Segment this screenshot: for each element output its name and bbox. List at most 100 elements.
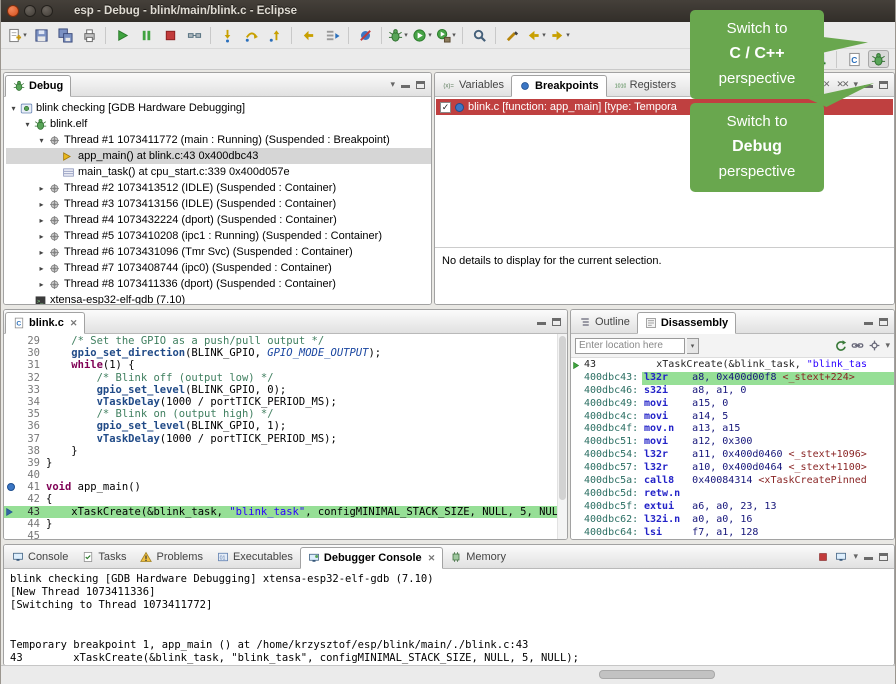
code-line[interactable]: 36 gpio_set_level(BLINK_GPIO, 1); (4, 420, 558, 432)
code-line[interactable]: 29 /* Set the GPIO as a push/pull output… (4, 335, 558, 347)
back-button[interactable]: ▾ (524, 24, 548, 46)
link-with-debug-icon[interactable] (851, 339, 864, 352)
tab-tasks[interactable]: Tasks (75, 546, 133, 568)
debug-tree-row[interactable]: main_task() at cpu_start.c:339 0x400d057… (6, 164, 431, 180)
tab-executables[interactable]: 01Executables (210, 546, 300, 568)
debug-perspective-button[interactable] (868, 50, 889, 68)
disassembly-row[interactable]: 400dbc62:l32i.n a0, a0, 16 (571, 514, 894, 527)
disassembly-row[interactable]: 400dbc46:s32i a8, a1, 0 (571, 385, 894, 398)
new-wizard-button[interactable]: ▾ (5, 24, 29, 46)
debug-tree-row[interactable]: ▾blink.elf (6, 116, 431, 132)
debug-tree-row[interactable]: ▸Thread #5 1073410208 (ipc1 : Running) (… (6, 228, 431, 244)
minimize-icon[interactable] (537, 318, 546, 326)
tab-memory[interactable]: Memory (443, 546, 513, 568)
debug-tree-row[interactable]: ▸Thread #2 1073413512 (IDLE) (Suspended … (6, 180, 431, 196)
tab-outline[interactable]: Outline (572, 311, 637, 333)
expand-toggle-icon[interactable]: ▸ (36, 248, 47, 257)
disassembly-row[interactable]: 400dbc64:lsi f7, a1, 128 (571, 527, 894, 539)
window-maximize-button[interactable] (41, 5, 53, 17)
code-line[interactable]: 30 gpio_set_direction(BLINK_GPIO, GPIO_M… (4, 347, 558, 359)
debug-tree-row[interactable]: ▾blink checking [GDB Hardware Debugging] (6, 100, 431, 116)
step-into-button[interactable] (215, 24, 239, 46)
code-line[interactable]: 35 /* Blink on (output high) */ (4, 408, 558, 420)
maximize-icon[interactable] (416, 81, 425, 89)
code-line[interactable]: 44} (4, 518, 558, 530)
location-input[interactable] (575, 338, 685, 354)
code-line[interactable]: 40 (4, 469, 558, 481)
terminate-console-icon[interactable] (817, 551, 829, 563)
expand-toggle-icon[interactable]: ▸ (36, 280, 47, 289)
debug-button[interactable]: ▾ (386, 24, 410, 46)
location-dropdown-icon[interactable]: ▾ (687, 338, 699, 354)
debug-tree-row[interactable]: ▾Thread #1 1073411772 (main : Running) (… (6, 132, 431, 148)
expand-toggle-icon[interactable]: ▾ (8, 104, 19, 113)
disassembly-row[interactable]: 400dbc4c:movi a14, 5 (571, 411, 894, 424)
maximize-icon[interactable] (879, 81, 888, 89)
view-menu-icon[interactable]: ▾ (390, 79, 395, 90)
code-editor[interactable]: 29 /* Set the GPIO as a push/pull output… (4, 334, 558, 539)
tab-breakpoints[interactable]: Breakpoints (511, 75, 607, 97)
disassembly-row[interactable]: 400dbc5f:extui a6, a0, 23, 13 (571, 501, 894, 514)
save-all-button[interactable] (53, 24, 77, 46)
disassembly-row[interactable]: 400dbc5a:call8 0x40084314 <xTaskCreatePi… (571, 475, 894, 488)
code-line[interactable]: 42{ (4, 493, 558, 505)
close-tab-icon[interactable]: ✕ (70, 318, 78, 329)
disassembly-row[interactable]: 400dbc5d:retw.n (571, 488, 894, 501)
close-tab-icon[interactable]: ✕ (428, 553, 436, 564)
tab-debugger-console[interactable]: Debugger Console✕ (300, 547, 443, 569)
horizontal-scrollbar[interactable] (599, 670, 715, 679)
window-minimize-button[interactable] (24, 5, 36, 17)
editor-scrollbar[interactable] (557, 334, 567, 539)
expand-toggle-icon[interactable]: ▾ (22, 120, 33, 129)
expand-toggle-icon[interactable]: ▸ (36, 184, 47, 193)
code-line[interactable]: 38 } (4, 445, 558, 457)
resume-button[interactable] (110, 24, 134, 46)
last-edit-location-button[interactable] (500, 24, 524, 46)
debug-tree-row[interactable]: ▸Thread #4 1073432224 (dport) (Suspended… (6, 212, 431, 228)
step-return-button[interactable] (263, 24, 287, 46)
code-line[interactable]: 31 while(1) { (4, 359, 558, 371)
expand-toggle-icon[interactable]: ▸ (36, 200, 47, 209)
code-line[interactable]: 43 xTaskCreate(&blink_task, "blink_task"… (4, 506, 558, 518)
tab-registers[interactable]: 1010Registers (607, 74, 683, 96)
search-button[interactable] (467, 24, 491, 46)
external-tools-button[interactable]: ▾ (434, 24, 458, 46)
debug-tree-row[interactable]: ▸Thread #8 1073411336 (dport) (Suspended… (6, 276, 431, 292)
window-close-button[interactable] (7, 5, 19, 17)
tab-console[interactable]: Console (5, 546, 75, 568)
disassembly-row[interactable]: 400dbc51:movi a12, 0x300 (571, 436, 894, 449)
minimize-icon[interactable] (401, 81, 410, 89)
maximize-icon[interactable] (879, 553, 888, 561)
debug-tree-row[interactable]: ▸Thread #6 1073431096 (Tmr Svc) (Suspend… (6, 244, 431, 260)
disassembly-listing[interactable]: 43 xTaskCreate(&blink_task, "blink_tas40… (571, 358, 894, 539)
code-line[interactable]: 32 /* Blink off (output low) */ (4, 372, 558, 384)
cpp-perspective-button[interactable]: C (844, 50, 865, 68)
tab-disassembly[interactable]: Disassembly (637, 312, 736, 334)
code-line[interactable]: 34 vTaskDelay(1000 / portTICK_PERIOD_MS)… (4, 396, 558, 408)
view-menu-icon[interactable]: ▾ (885, 340, 890, 351)
tab-debug[interactable]: Debug (5, 75, 71, 97)
expand-toggle-icon[interactable]: ▸ (36, 264, 47, 273)
debug-tree-row[interactable]: ▸Thread #7 1073408744 (ipc0) (Suspended … (6, 260, 431, 276)
settings-icon[interactable] (868, 339, 881, 352)
code-line[interactable]: 39} (4, 457, 558, 469)
instruction-stepping-button[interactable] (320, 24, 344, 46)
disassembly-row[interactable]: 400dbc43:l32r a8, 0x400d00f8 <_stext+224… (571, 372, 894, 385)
skip-all-breakpoints-button[interactable] (353, 24, 377, 46)
disassembly-row[interactable]: 400dbc57:l32r a10, 0x400d0464 <_stext+11… (571, 462, 894, 475)
maximize-icon[interactable] (552, 318, 561, 326)
forward-button[interactable]: ▾ (548, 24, 572, 46)
tab-problems[interactable]: Problems (133, 546, 209, 568)
view-menu-icon[interactable]: ▾ (853, 551, 858, 562)
terminate-button[interactable] (158, 24, 182, 46)
debug-tree-row[interactable]: >_xtensa-esp32-elf-gdb (7.10) (6, 292, 431, 304)
disconnect-button[interactable] (182, 24, 206, 46)
disassembly-row[interactable]: 43 xTaskCreate(&blink_task, "blink_tas (571, 359, 894, 372)
minimize-icon[interactable] (864, 553, 873, 561)
drop-to-frame-button[interactable] (296, 24, 320, 46)
disassembly-row[interactable]: 400dbc4f:mov.n a13, a15 (571, 423, 894, 436)
suspend-button[interactable] (134, 24, 158, 46)
code-line[interactable]: 33 gpio_set_level(BLINK_GPIO, 0); (4, 384, 558, 396)
step-over-button[interactable] (239, 24, 263, 46)
display-console-icon[interactable] (835, 551, 847, 563)
